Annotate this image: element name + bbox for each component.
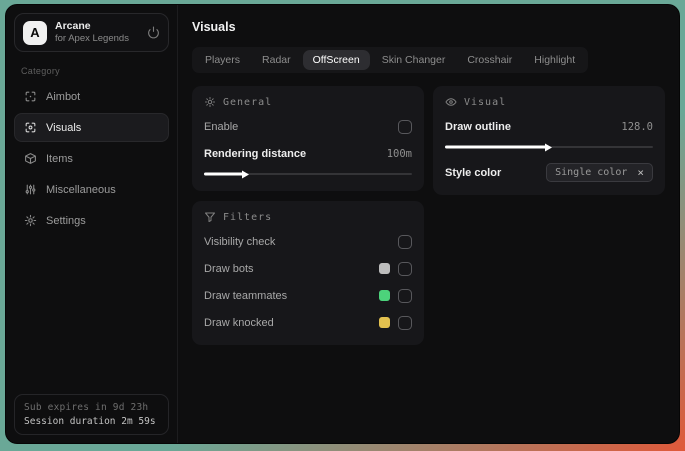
draw-knocked-color-swatch[interactable] xyxy=(379,317,390,328)
rendering-distance-row: Rendering distance 100m xyxy=(204,143,412,164)
subscription-info-card: Sub expires in 9d 23h Session duration 2… xyxy=(14,394,169,435)
sidebar-item-label: Items xyxy=(46,152,73,165)
app-subtitle: for Apex Legends xyxy=(55,33,129,45)
enable-checkbox[interactable] xyxy=(398,119,412,134)
tab-crosshair[interactable]: Crosshair xyxy=(457,50,522,70)
tab-skin-changer[interactable]: Skin Changer xyxy=(372,50,456,70)
gear-icon xyxy=(24,214,37,227)
filters-panel: Filters Visibility check Draw bots Draw … xyxy=(192,201,424,345)
visibility-check-label: Visibility check xyxy=(204,235,276,248)
enable-row: Enable xyxy=(204,116,412,137)
general-panel-header: General xyxy=(204,96,412,108)
session-duration-text: Session duration 2m 59s xyxy=(24,416,156,427)
panel-title: General xyxy=(223,96,273,108)
filters-panel-header: Filters xyxy=(204,211,412,223)
sidebar-item-items[interactable]: Items xyxy=(14,144,169,173)
eye-icon xyxy=(445,96,457,108)
sidebar-item-label: Aimbot xyxy=(46,90,81,103)
draw-knocked-checkbox[interactable] xyxy=(398,315,412,330)
visibility-check-checkbox[interactable] xyxy=(398,234,412,249)
sidebar-item-settings[interactable]: Settings xyxy=(14,206,169,235)
app-window: A Arcane for Apex Legends Category Aimbo… xyxy=(5,4,680,444)
funnel-icon xyxy=(204,211,216,223)
slider-thumb[interactable] xyxy=(445,145,549,149)
draw-outline-row: Draw outline 128.0 xyxy=(445,116,653,137)
rendering-distance-value: 100m xyxy=(386,147,412,160)
sun-icon xyxy=(204,96,216,108)
tab-highlight[interactable]: Highlight xyxy=(524,50,585,70)
panel-title: Visual xyxy=(464,96,507,108)
draw-bots-label: Draw bots xyxy=(204,262,254,275)
tab-players[interactable]: Players xyxy=(195,50,250,70)
main-content: Visuals Players Radar OffScreen Skin Cha… xyxy=(178,5,679,443)
power-icon[interactable] xyxy=(147,26,160,39)
draw-teammates-row: Draw teammates xyxy=(204,285,412,306)
style-color-selected-value: Single color xyxy=(555,167,628,178)
rendering-distance-slider[interactable] xyxy=(204,169,412,179)
app-logo-card: A Arcane for Apex Legends xyxy=(14,13,169,52)
sidebar-item-visuals[interactable]: Visuals xyxy=(14,113,169,142)
draw-bots-color-swatch[interactable] xyxy=(379,263,390,274)
sliders-icon xyxy=(24,183,37,196)
style-color-label: Style color xyxy=(445,166,502,179)
slider-thumb[interactable] xyxy=(204,172,246,176)
close-icon[interactable]: × xyxy=(637,167,644,178)
tab-bar: Players Radar OffScreen Skin Changer Cro… xyxy=(192,47,589,73)
enable-label: Enable xyxy=(204,120,239,133)
draw-teammates-color-swatch[interactable] xyxy=(379,290,390,301)
draw-teammates-checkbox[interactable] xyxy=(398,288,412,303)
visibility-check-row: Visibility check xyxy=(204,231,412,252)
app-logo: A xyxy=(23,20,47,45)
rendering-distance-label: Rendering distance xyxy=(204,147,307,160)
box-icon xyxy=(24,152,37,165)
style-color-select[interactable]: Single color × xyxy=(546,163,653,182)
sub-expires-text: Sub expires in 9d 23h xyxy=(24,402,149,413)
general-panel: General Enable Rendering distance 100m xyxy=(192,86,424,191)
panel-title: Filters xyxy=(223,211,273,223)
sidebar-item-label: Miscellaneous xyxy=(46,183,116,196)
draw-outline-slider[interactable] xyxy=(445,142,653,152)
panels-area: General Enable Rendering distance 100m F… xyxy=(192,86,665,345)
sidebar-item-aimbot[interactable]: Aimbot xyxy=(14,82,169,111)
draw-bots-row: Draw bots xyxy=(204,258,412,279)
right-column: Visual Draw outline 128.0 Style color Si… xyxy=(433,86,665,195)
draw-knocked-row: Draw knocked xyxy=(204,312,412,333)
draw-knocked-label: Draw knocked xyxy=(204,316,274,329)
sidebar-section-label: Category xyxy=(21,66,60,76)
app-title-block: Arcane for Apex Legends xyxy=(55,20,129,45)
tab-radar[interactable]: Radar xyxy=(252,50,301,70)
scan-eye-icon xyxy=(24,121,37,134)
draw-outline-value: 128.0 xyxy=(621,120,653,133)
visual-panel-header: Visual xyxy=(445,96,653,108)
crosshair-scan-icon xyxy=(24,90,37,103)
tab-offscreen[interactable]: OffScreen xyxy=(302,50,370,70)
visual-panel: Visual Draw outline 128.0 Style color Si… xyxy=(433,86,665,195)
draw-teammates-label: Draw teammates xyxy=(204,289,288,302)
sidebar-item-label: Settings xyxy=(46,214,86,227)
draw-outline-label: Draw outline xyxy=(445,120,512,133)
style-color-row: Style color Single color × xyxy=(445,162,653,183)
page-title: Visuals xyxy=(192,20,236,34)
draw-bots-checkbox[interactable] xyxy=(398,261,412,276)
left-column: General Enable Rendering distance 100m F… xyxy=(192,86,424,345)
sidebar: A Arcane for Apex Legends Category Aimbo… xyxy=(6,5,178,443)
sidebar-item-label: Visuals xyxy=(46,121,82,134)
app-title: Arcane xyxy=(55,20,91,32)
sidebar-item-miscellaneous[interactable]: Miscellaneous xyxy=(14,175,169,204)
